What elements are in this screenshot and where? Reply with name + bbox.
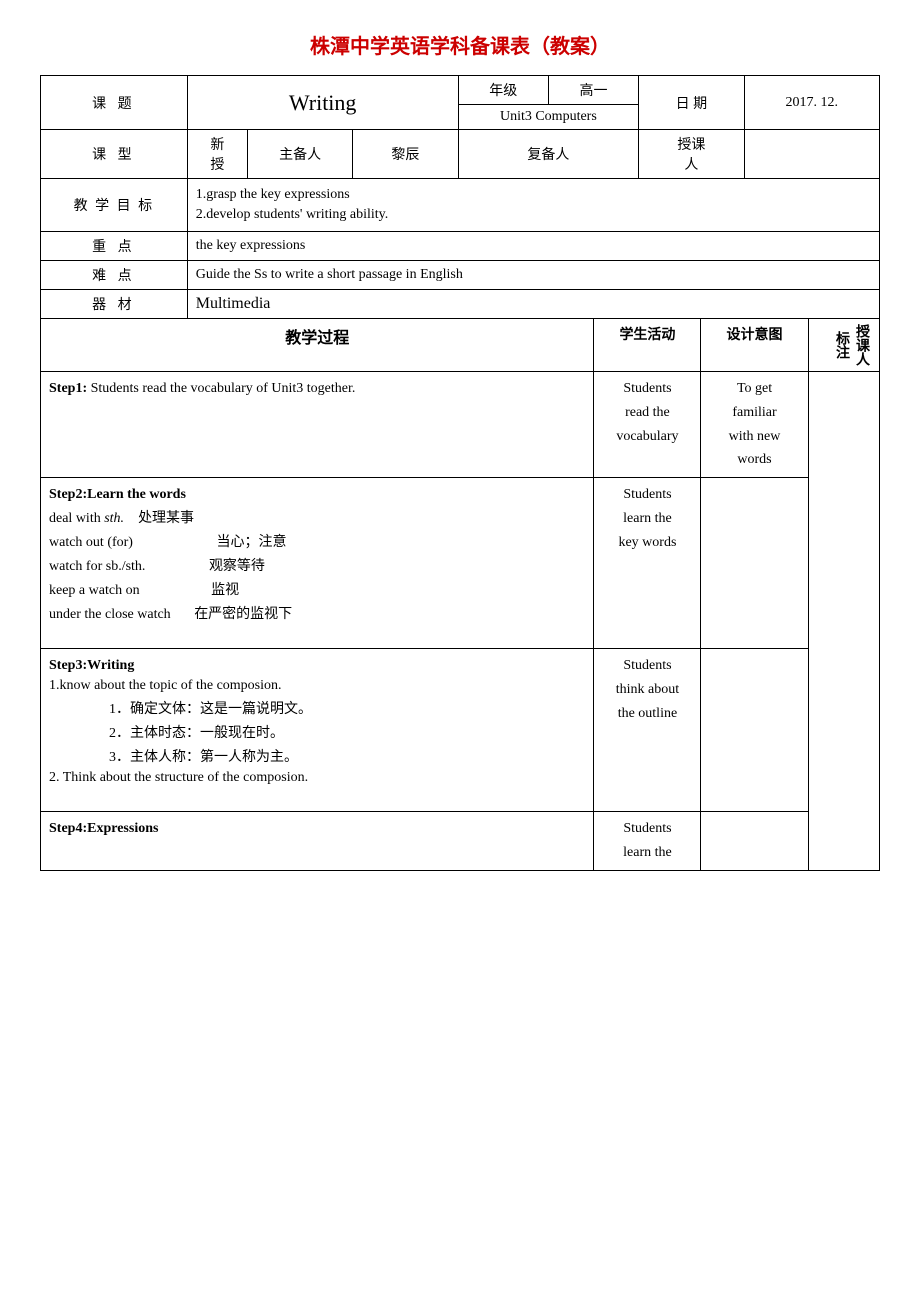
step3-item2: 2. Think about the structure of the comp… bbox=[49, 770, 585, 786]
step4-title: Step4: bbox=[49, 821, 87, 836]
step3-subitem2: 2．主体时态：一般现在时。 bbox=[49, 722, 585, 742]
step3-activity: Studentsthink aboutthe outline bbox=[594, 649, 701, 812]
qicai-content: Multimedia bbox=[187, 290, 879, 319]
fubeiren-label: 复备人 bbox=[458, 130, 639, 179]
nianji-label: 年级 bbox=[458, 76, 548, 105]
step2-item3: watch for sb./sth. 观察等待 bbox=[49, 555, 585, 575]
step1-note bbox=[808, 372, 879, 871]
step4-content: Step4:Expressions bbox=[41, 812, 594, 871]
step2-activity: Studentslearn thekey words bbox=[594, 478, 701, 649]
step3-title: Step3: bbox=[49, 658, 87, 673]
step4-design bbox=[701, 812, 808, 871]
step2-item1: deal with sth. 处理某事 bbox=[49, 507, 585, 527]
zhongdian-label: 重 点 bbox=[41, 232, 188, 261]
step2-item5: under the close watch 在严密的监视下 bbox=[49, 603, 585, 623]
step3-content: Step3:Writing 1.know about the topic of … bbox=[41, 649, 594, 812]
step3-subitem1: 1．确定文体：这是一篇说明文。 bbox=[49, 698, 585, 718]
design-header: 设计意图 bbox=[701, 319, 808, 372]
step1-row: Step1: Students read the vocabulary of U… bbox=[41, 372, 880, 478]
process-header: 教学过程 bbox=[41, 319, 594, 372]
zhubeiren-label: 主备人 bbox=[247, 130, 352, 179]
step2-subtitle: Learn the words bbox=[87, 487, 186, 502]
step1-desc: Students read the vocabulary of Unit3 to… bbox=[87, 381, 355, 396]
student-activity-header: 学生活动 bbox=[594, 319, 701, 372]
nianji-value: 高一 bbox=[548, 76, 638, 105]
step1-activity: Studentsread thevocabulary bbox=[594, 372, 701, 478]
shoukeiren-label: 授课 人 bbox=[639, 130, 744, 179]
step1-design: To getfamiliarwith newwords bbox=[701, 372, 808, 478]
step4-row: Step4:Expressions Studentslearn the bbox=[41, 812, 880, 871]
zhongdian-content: the key expressions bbox=[187, 232, 879, 261]
step2-title: Step2: bbox=[49, 487, 87, 502]
step3-item1: 1.know about the topic of the composion. bbox=[49, 678, 585, 694]
riqi-label: 日 期 bbox=[639, 76, 744, 130]
step1-content: Step1: Students read the vocabulary of U… bbox=[41, 372, 594, 478]
date-value: 2017. 12. bbox=[744, 76, 880, 130]
step2-content: Step2:Learn the words deal with sth. 处理某… bbox=[41, 478, 594, 649]
unit-label: Unit3 Computers bbox=[458, 105, 639, 130]
nandian-content: Guide the Ss to write a short passage in… bbox=[187, 261, 879, 290]
instructor-header: 授课人 标注 bbox=[808, 319, 879, 372]
step4-subtitle: Expressions bbox=[87, 821, 158, 836]
step2-item4: keep a watch on 监视 bbox=[49, 579, 585, 599]
qicai-label: 器 材 bbox=[41, 290, 188, 319]
process-header-row: 教学过程 学生活动 设计意图 授课人 标注 bbox=[41, 319, 880, 372]
step1-title: Step1: bbox=[49, 381, 87, 396]
step4-activity: Studentslearn the bbox=[594, 812, 701, 871]
writing-value: Writing bbox=[187, 76, 458, 130]
keti-label: 课 题 bbox=[41, 76, 188, 130]
shoukeiren-value bbox=[744, 130, 880, 179]
step3-subtitle: Writing bbox=[87, 658, 134, 673]
step2-row: Step2:Learn the words deal with sth. 处理某… bbox=[41, 478, 880, 649]
jiaoximubiao-label: 教 学 目 标 bbox=[41, 179, 188, 232]
page-title: 株潭中学英语学科备课表（教案） bbox=[40, 30, 880, 59]
step3-row: Step3:Writing 1.know about the topic of … bbox=[41, 649, 880, 812]
nandian-label: 难 点 bbox=[41, 261, 188, 290]
zhubeiren-value: 黎辰 bbox=[353, 130, 458, 179]
step2-item2: watch out (for) 当心；注意 bbox=[49, 531, 585, 551]
xinshuo-label: 新 授 bbox=[187, 130, 247, 179]
step2-design bbox=[701, 478, 808, 649]
jiaoximubiao-content: 1.grasp the key expressions 2.develop st… bbox=[187, 179, 879, 232]
kexing-label: 课 型 bbox=[41, 130, 188, 179]
step3-subitem3: 3．主体人称：第一人称为主。 bbox=[49, 746, 585, 766]
step3-design bbox=[701, 649, 808, 812]
